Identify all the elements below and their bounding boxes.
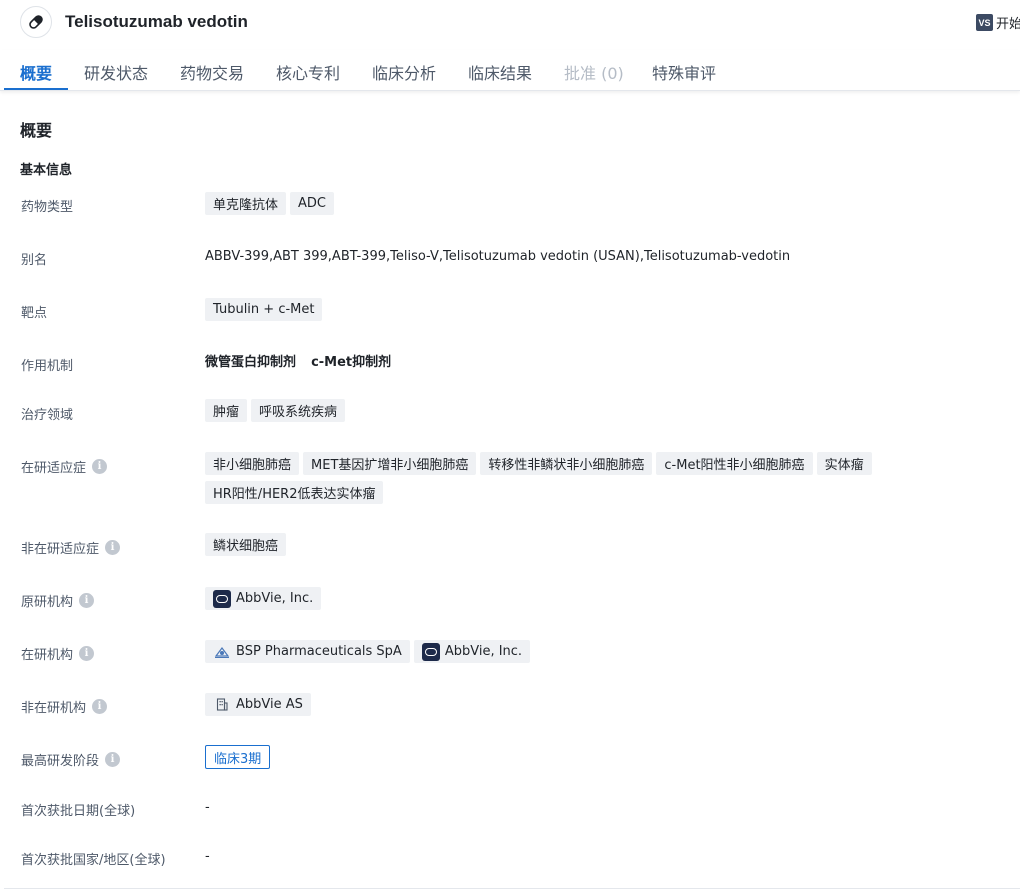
org-tag-abbvie-as[interactable]: AbbVie AS bbox=[205, 693, 311, 716]
label-highest-phase: 最高研发阶段 i bbox=[21, 750, 121, 769]
tag-therapeutic-area[interactable]: 呼吸系统疾病 bbox=[251, 399, 346, 422]
tab-clinical-analysis[interactable]: 临床分析 bbox=[372, 60, 436, 84]
abbvie-logo-icon bbox=[213, 589, 231, 608]
tab-bar: 概要 研发状态 药物交易 核心专利 临床分析 临床结果 批准 (0) 特殊审评 bbox=[0, 50, 1020, 91]
value-drug-type: 单克隆抗体 ADC bbox=[205, 192, 925, 215]
drug-header: Telisotuzumab vedotin VS 开始 bbox=[0, 0, 1020, 46]
info-icon[interactable]: i bbox=[79, 646, 95, 661]
tag-indication[interactable]: MET基因扩增非小细胞肺癌 bbox=[303, 452, 477, 475]
label-first-approval-date: 首次获批日期(全球) bbox=[21, 804, 136, 819]
value-inactive-indications: 鳞状细胞癌 bbox=[205, 533, 925, 556]
value-therapeutic-area: 肿瘤 呼吸系统疾病 bbox=[205, 399, 925, 422]
vs-icon: VS bbox=[976, 14, 993, 31]
tag-target[interactable]: Tubulin + c-Met bbox=[205, 298, 323, 321]
start-compare-button[interactable]: VS 开始 bbox=[976, 13, 1020, 32]
mechanism-item: 微管蛋白抑制剂 bbox=[205, 355, 297, 370]
value-highest-phase: 临床3期 bbox=[205, 745, 271, 769]
tab-deals[interactable]: 药物交易 bbox=[180, 60, 244, 84]
tag-drug-type[interactable]: ADC bbox=[290, 192, 334, 215]
tag-therapeutic-area[interactable]: 肿瘤 bbox=[205, 399, 248, 422]
tab-approvals: 批准 (0) bbox=[564, 64, 624, 83]
tag-indication[interactable]: 非小细胞肺癌 bbox=[205, 452, 300, 475]
pill-icon bbox=[20, 6, 52, 38]
info-icon[interactable]: i bbox=[92, 699, 108, 714]
label-first-approval-country: 首次获批国家/地区(全球) bbox=[21, 853, 166, 868]
bottom-divider bbox=[4, 888, 1020, 889]
info-icon[interactable]: i bbox=[105, 540, 121, 555]
active-tab-underline bbox=[4, 88, 68, 90]
tag-inactive-indication[interactable]: 鳞状细胞癌 bbox=[205, 533, 287, 556]
value-active-orgs: BSP Pharmaceuticals SpA AbbVie, Inc. bbox=[205, 640, 925, 663]
tag-indication[interactable]: HR阳性/HER2低表达实体瘤 bbox=[205, 481, 384, 504]
bsp-logo-icon bbox=[213, 643, 231, 661]
value-inactive-orgs: AbbVie AS bbox=[205, 693, 925, 716]
label-inactive-orgs: 非在研机构 i bbox=[21, 697, 108, 716]
tag-drug-type[interactable]: 单克隆抗体 bbox=[205, 192, 287, 215]
value-first-approval-date: - bbox=[205, 800, 210, 815]
tag-indication[interactable]: 转移性非鳞状非小细胞肺癌 bbox=[480, 452, 653, 475]
start-label: 开始 bbox=[996, 17, 1020, 32]
value-first-approval-country: - bbox=[205, 849, 210, 864]
info-icon[interactable]: i bbox=[105, 752, 121, 767]
label-active-indications: 在研适应症 i bbox=[21, 457, 108, 476]
tab-patents[interactable]: 核心专利 bbox=[276, 60, 340, 84]
phase-badge: 临床3期 bbox=[205, 745, 271, 769]
tab-clinical-results[interactable]: 临床结果 bbox=[468, 60, 532, 84]
value-target: Tubulin + c-Met bbox=[205, 298, 925, 321]
mechanism-item: c-Met抑制剂 bbox=[311, 355, 392, 370]
tab-special-review[interactable]: 特殊审评 bbox=[652, 60, 716, 84]
section-title: 概要 bbox=[20, 121, 53, 140]
value-alias: ABBV-399,ABT 399,ABT-399,Teliso-V,Teliso… bbox=[205, 249, 791, 264]
tab-overview[interactable]: 概要 bbox=[20, 60, 52, 84]
label-target: 靶点 bbox=[21, 306, 48, 321]
building-icon bbox=[213, 696, 231, 714]
abbvie-logo-icon bbox=[421, 642, 440, 661]
label-active-orgs: 在研机构 i bbox=[21, 644, 95, 663]
value-active-indications: 非小细胞肺癌 MET基因扩增非小细胞肺癌 转移性非鳞状非小细胞肺癌 c-Met阳… bbox=[205, 452, 925, 504]
value-originator: AbbVie, Inc. bbox=[205, 587, 925, 610]
label-originator: 原研机构 i bbox=[21, 591, 95, 610]
label-inactive-indications: 非在研适应症 i bbox=[21, 538, 121, 557]
drug-title: Telisotuzumab vedotin bbox=[65, 12, 248, 31]
org-tag-abbvie[interactable]: AbbVie, Inc. bbox=[205, 587, 322, 610]
tab-dev-status[interactable]: 研发状态 bbox=[84, 60, 148, 84]
tag-indication[interactable]: 实体瘤 bbox=[816, 452, 872, 475]
value-mechanism: 微管蛋白抑制剂 c-Met抑制剂 bbox=[205, 351, 391, 370]
org-tag-abbvie[interactable]: AbbVie, Inc. bbox=[413, 640, 531, 663]
label-mechanism: 作用机制 bbox=[21, 359, 74, 374]
label-therapeutic-area: 治疗领域 bbox=[21, 408, 74, 423]
label-alias: 别名 bbox=[21, 253, 48, 268]
org-tag-bsp[interactable]: BSP Pharmaceuticals SpA bbox=[205, 640, 410, 663]
info-icon[interactable]: i bbox=[92, 459, 108, 474]
tag-indication[interactable]: c-Met阳性非小细胞肺癌 bbox=[656, 452, 813, 475]
basic-info-title: 基本信息 bbox=[20, 163, 73, 178]
info-icon[interactable]: i bbox=[79, 593, 95, 608]
label-drug-type: 药物类型 bbox=[21, 200, 74, 215]
